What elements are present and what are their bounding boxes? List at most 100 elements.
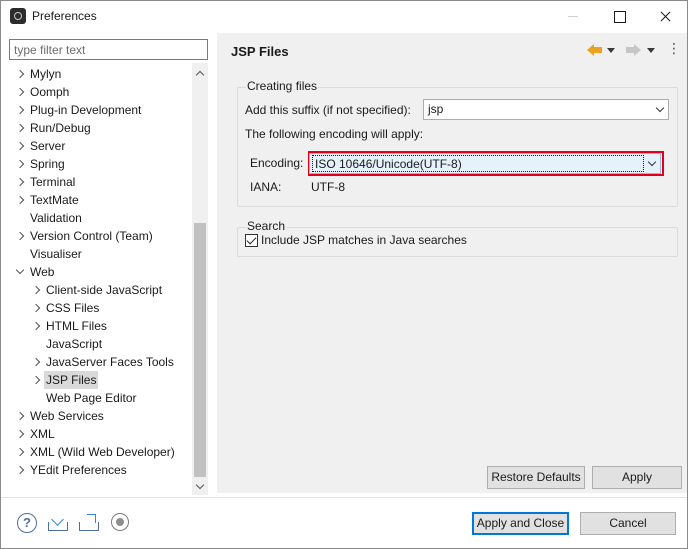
chevron-right-icon[interactable]	[15, 155, 27, 173]
tree-item[interactable]: XML (Wild Web Developer)	[9, 443, 193, 461]
back-arrow-icon[interactable]	[585, 41, 607, 59]
chevron-right-icon[interactable]	[15, 173, 27, 191]
tree-item[interactable]: JSP Files	[9, 371, 193, 389]
tree-item[interactable]: Run/Debug	[9, 119, 193, 137]
chevron-right-icon[interactable]	[15, 191, 27, 209]
forward-arrow-icon[interactable]	[623, 41, 645, 59]
window-title: Preferences	[32, 9, 97, 23]
search-legend: Search	[246, 219, 287, 233]
scroll-up-arrow-icon[interactable]	[192, 65, 208, 81]
maximize-button[interactable]	[596, 1, 642, 31]
creating-files-legend: Creating files	[246, 79, 319, 93]
export-icon[interactable]	[78, 512, 100, 534]
tree-item[interactable]: Web Services	[9, 407, 193, 425]
tree-item-label: Run/Debug	[30, 121, 91, 135]
suffix-label: Add this suffix (if not specified):	[245, 103, 411, 117]
close-button[interactable]	[642, 1, 688, 31]
tree-item[interactable]: Spring	[9, 155, 193, 173]
chevron-right-icon[interactable]	[15, 65, 27, 83]
tree-item-label: JavaServer Faces Tools	[46, 355, 174, 369]
tree-item-label: Web Page Editor	[46, 391, 137, 405]
chevron-right-icon[interactable]	[31, 317, 43, 335]
tree-item[interactable]: TextMate	[9, 191, 193, 209]
preference-page: JSP Files Creating files Add this suffix…	[217, 33, 687, 493]
tree-item-label: HTML Files	[46, 319, 107, 333]
tree-item-label: Client-side JavaScript	[46, 283, 163, 297]
bottom-separator	[1, 497, 687, 498]
apply-button[interactable]: Apply	[592, 466, 682, 489]
back-menu-dropdown-icon[interactable]	[605, 41, 617, 59]
view-menu-icon[interactable]	[663, 41, 681, 59]
tree-item-label: Web	[30, 265, 55, 279]
tree-item-label: Plug-in Development	[30, 103, 142, 117]
preference-tree: Mylyn Oomph Plug-in Development Run/Debug Se…	[9, 63, 208, 495]
tree-item-label: XML (Wild Web Developer)	[30, 445, 175, 459]
tree-item[interactable]: Oomph	[9, 83, 193, 101]
chevron-right-icon[interactable]	[15, 101, 27, 119]
help-icon[interactable]	[16, 512, 38, 534]
encoding-value: ISO 10646/Unicode(UTF-8)	[312, 155, 644, 172]
tree-item[interactable]: Client-side JavaScript	[9, 281, 193, 299]
tree-item-label: Spring	[30, 157, 65, 171]
chevron-right-icon[interactable]	[15, 83, 27, 101]
chevron-right-icon[interactable]	[15, 443, 27, 461]
tree-item[interactable]: Mylyn	[9, 65, 193, 83]
tree-item-label: JavaScript	[46, 337, 103, 351]
chevron-right-icon[interactable]	[31, 299, 43, 317]
minimize-button[interactable]	[550, 1, 596, 31]
encoding-intro-label: The following encoding will apply:	[245, 127, 424, 141]
eclipse-app-icon	[10, 8, 26, 24]
cancel-button[interactable]: Cancel	[580, 512, 676, 535]
tree-item-label: Version Control (Team)	[30, 229, 153, 243]
chevron-right-icon[interactable]	[31, 281, 43, 299]
scroll-thumb[interactable]	[194, 223, 206, 477]
chevron-right-icon[interactable]	[15, 119, 27, 137]
chevron-right-icon[interactable]	[31, 353, 43, 371]
tree-item-label: TextMate	[30, 193, 79, 207]
tree-item-label: YEdit Preferences	[30, 463, 127, 477]
tree-item[interactable]: CSS Files	[9, 299, 193, 317]
import-icon[interactable]	[47, 512, 69, 534]
encoding-combo[interactable]: ISO 10646/Unicode(UTF-8)	[309, 153, 661, 174]
forward-menu-dropdown-icon[interactable]	[645, 41, 657, 59]
record-icon[interactable]	[110, 512, 132, 534]
chevron-right-icon[interactable]	[15, 425, 27, 443]
include-jsp-label[interactable]: Include JSP matches in Java searches	[261, 233, 467, 247]
tree-item[interactable]: Visualiser	[9, 245, 193, 263]
title-bar: Preferences	[1, 1, 687, 31]
tree-item[interactable]: YEdit Preferences	[9, 461, 193, 479]
iana-label: IANA:	[250, 180, 282, 194]
encoding-label: Encoding:	[250, 156, 304, 170]
tree-item[interactable]: XML	[9, 425, 193, 443]
filter-input[interactable]	[9, 39, 208, 60]
tree-item[interactable]: Terminal	[9, 173, 193, 191]
tree-item[interactable]: Version Control (Team)	[9, 227, 193, 245]
chevron-right-icon[interactable]	[15, 137, 27, 155]
apply-and-close-button[interactable]: Apply and Close	[472, 512, 569, 535]
suffix-combo[interactable]: jsp	[423, 99, 669, 120]
tree-item-label: Oomph	[30, 85, 70, 99]
include-jsp-checkbox[interactable]	[245, 234, 258, 247]
tree-item[interactable]: Web	[9, 263, 193, 281]
chevron-right-icon[interactable]	[15, 227, 27, 245]
chevron-right-icon[interactable]	[31, 371, 43, 389]
scroll-down-arrow-icon[interactable]	[192, 479, 208, 495]
chevron-down-icon[interactable]	[15, 263, 27, 281]
tree-item[interactable]: JavaServer Faces Tools	[9, 353, 193, 371]
tree-item[interactable]: Server	[9, 137, 193, 155]
suffix-value: jsp	[428, 102, 444, 116]
tree-item[interactable]: Plug-in Development	[9, 101, 193, 119]
tree-item-label: Mylyn	[30, 67, 62, 81]
tree-item[interactable]: Web Page Editor	[9, 389, 193, 407]
chevron-right-icon[interactable]	[15, 461, 27, 479]
tree-scrollbar[interactable]	[192, 63, 208, 495]
tree-item[interactable]: HTML Files	[9, 317, 193, 335]
tree-item[interactable]: JavaScript	[9, 335, 193, 353]
tree-item-label: Terminal	[30, 175, 76, 189]
chevron-down-icon	[647, 157, 657, 167]
chevron-right-icon[interactable]	[15, 407, 27, 425]
tree-item-label: Web Services	[30, 409, 104, 423]
restore-defaults-button[interactable]: Restore Defaults	[487, 466, 585, 489]
tree-item[interactable]: Validation	[9, 209, 193, 227]
tree-item-label: Visualiser	[30, 247, 82, 261]
